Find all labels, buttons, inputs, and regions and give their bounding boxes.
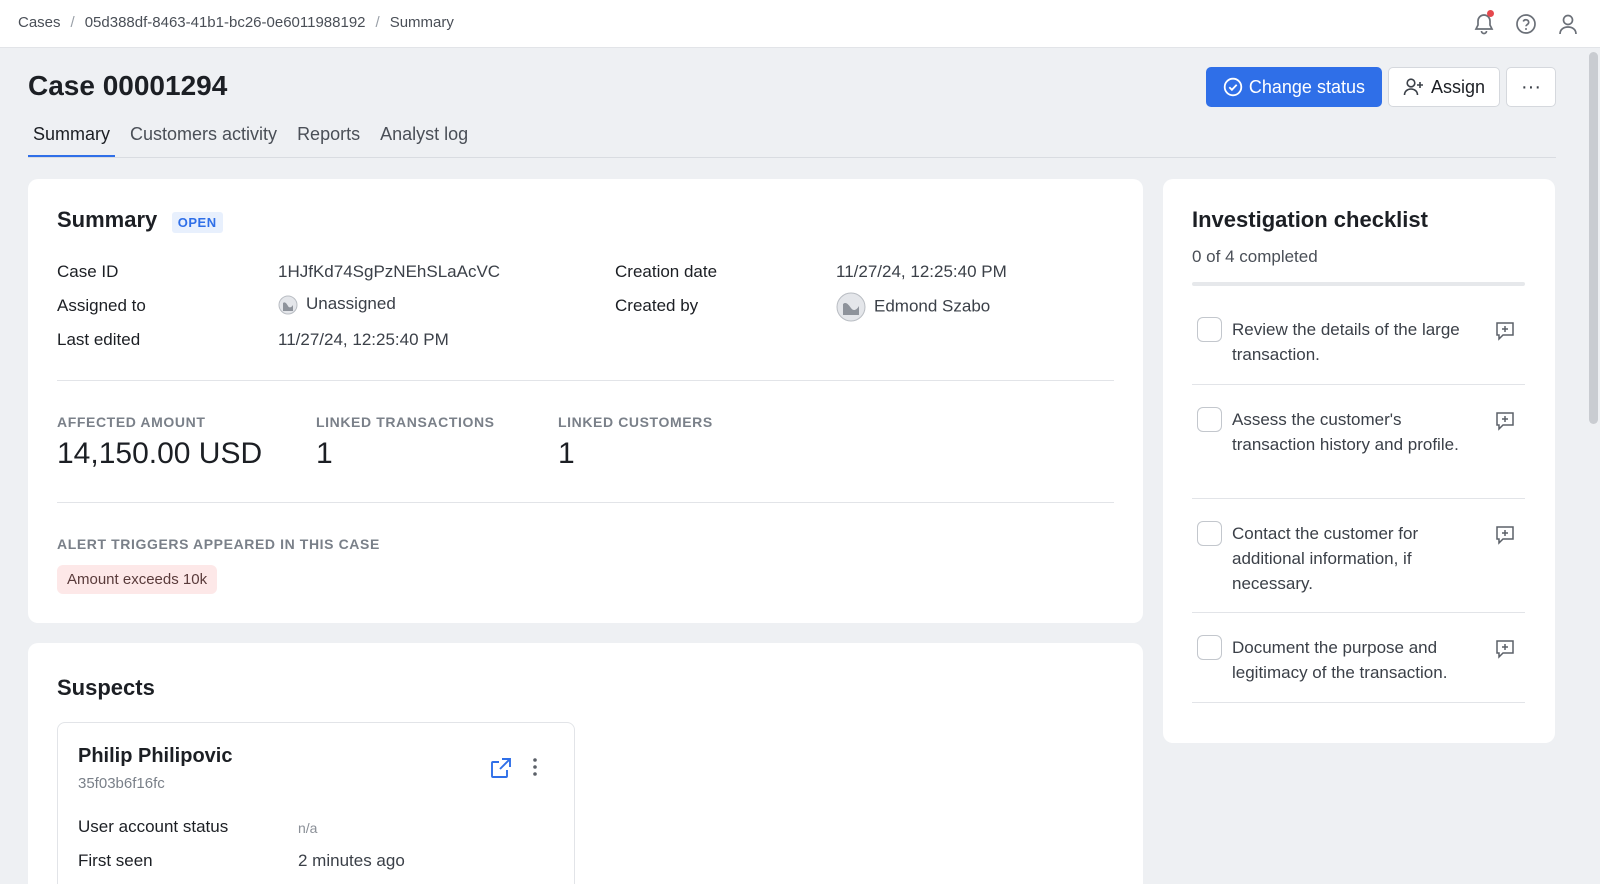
checklist-checkbox[interactable] [1197,317,1222,342]
add-comment-icon[interactable] [1495,321,1515,341]
checklist-item: Contact the customer for additional info… [1192,499,1525,613]
notification-dot [1487,10,1494,17]
add-comment-icon[interactable] [1495,639,1515,659]
suspect-card: Philip Philipovic 35f03b6f16fc User acco… [57,722,575,884]
creation-date-label: Creation date [615,262,718,281]
linked-transactions-value[interactable]: 1 [316,437,333,471]
unassigned-avatar-icon [278,295,298,315]
divider [57,502,1114,503]
vertical-dots-icon [533,758,537,776]
linked-customers-label: LINKED CUSTOMERS [558,414,713,430]
tab-bar: Summary Customers activity Reports Analy… [28,120,1556,158]
tab-reports[interactable]: Reports [292,120,365,157]
page-title: Case 00001294 [28,70,228,101]
help-icon [1516,14,1536,34]
account-status-label: User account status [78,817,229,836]
checklist-item-text: Contact the customer for additional info… [1232,524,1419,593]
top-bar: Cases / 05d388df-8463-41b1-bc26-0e601198… [0,0,1600,48]
checklist-progress-bar [1192,282,1525,286]
case-id-value: 1HJfKd74SgPzNEhSLaAcVC [278,262,501,281]
suspect-menu-button[interactable] [532,757,538,782]
alert-triggers-label: ALERT TRIGGERS APPEARED IN THIS CASE [57,536,380,552]
external-link-icon [491,758,511,778]
last-edited-label: Last edited [57,330,141,349]
help-button[interactable] [1512,10,1540,38]
user-icon [1559,14,1577,35]
suspect-id: 35f03b6f16fc [78,775,165,792]
account-status-value: n/a [298,820,318,836]
created-by-text: Edmond Szabo [874,296,991,316]
more-actions-button[interactable]: ··· [1506,67,1556,107]
page-scrollbar[interactable] [1589,52,1598,424]
summary-card: Summary OPEN Case ID 1HJfKd74SgPzNEhSLaA… [28,179,1143,623]
check-circle-icon [1223,77,1243,97]
add-comment-icon[interactable] [1495,525,1515,545]
breadcrumb: Cases / 05d388df-8463-41b1-bc26-0e601198… [18,14,454,31]
checklist-item-text: Review the details of the large transact… [1232,320,1460,364]
checklist-item: Assess the customer's transaction histor… [1192,385,1525,499]
alert-trigger-chip: Amount exceeds 10k [57,565,218,594]
first-seen-label: First seen [78,851,153,870]
linked-customers-value[interactable]: 1 [558,437,575,471]
add-comment-icon[interactable] [1495,411,1515,431]
breadcrumb-separator: / [375,14,380,31]
breadcrumb-separator: / [70,14,75,31]
suspect-name: Philip Philipovic [78,745,233,767]
change-status-button[interactable]: Change status [1205,67,1382,107]
checklist-checkbox[interactable] [1197,407,1222,432]
more-dots-icon: ··· [1521,76,1541,98]
created-by-value[interactable]: Edmond Szabo [836,292,990,322]
tab-analyst-log[interactable]: Analyst log [375,120,473,157]
breadcrumb-current: Summary [389,14,454,31]
creator-avatar-icon [836,292,866,322]
last-edited-value: 11/27/24, 12:25:40 PM [278,330,449,349]
checklist-progress-text: 0 of 4 completed [1192,247,1318,266]
suspects-card: Suspects Philip Philipovic 35f03b6f16fc … [28,643,1143,884]
affected-amount-value: 14,150.00 USD [57,437,263,470]
assigned-to-text: Unassigned [306,294,396,313]
checklist-item-text: Assess the customer's transaction histor… [1232,410,1459,454]
creation-date-value: 11/27/24, 12:25:40 PM [836,262,1007,281]
status-badge: OPEN [171,212,223,234]
checklist-item: Review the details of the large transact… [1192,295,1525,385]
user-plus-icon [1403,78,1423,96]
breadcrumb-case-uuid[interactable]: 05d388df-8463-41b1-bc26-0e6011988192 [85,14,366,31]
suspects-title: Suspects [57,675,155,700]
open-suspect-button[interactable] [490,757,512,784]
change-status-label: Change status [1248,76,1365,97]
created-by-label: Created by [615,296,699,315]
summary-title: Summary [57,207,158,232]
tab-customers-activity[interactable]: Customers activity [125,120,282,157]
breadcrumb-cases[interactable]: Cases [18,14,61,31]
checklist-item: Document the purpose and legitimacy of t… [1192,613,1525,703]
affected-amount-label: AFFECTED AMOUNT [57,414,206,430]
user-menu-button[interactable] [1554,10,1582,38]
assign-button[interactable]: Assign [1387,67,1500,107]
checklist-checkbox[interactable] [1197,635,1222,660]
assigned-to-label: Assigned to [57,296,146,315]
first-seen-value: 2 minutes ago [298,851,405,870]
investigation-checklist-card: Investigation checklist 0 of 4 completed… [1163,179,1555,743]
linked-transactions-label: LINKED TRANSACTIONS [316,414,495,430]
notifications-button[interactable] [1470,10,1498,38]
checklist-title: Investigation checklist [1192,207,1428,232]
case-id-label: Case ID [57,262,119,281]
assign-label: Assign [1430,76,1485,97]
tab-summary[interactable]: Summary [28,120,116,157]
checklist-checkbox[interactable] [1197,521,1222,546]
divider [57,380,1114,381]
checklist-item-text: Document the purpose and legitimacy of t… [1232,638,1448,682]
assigned-to-value[interactable]: Unassigned [278,294,396,315]
